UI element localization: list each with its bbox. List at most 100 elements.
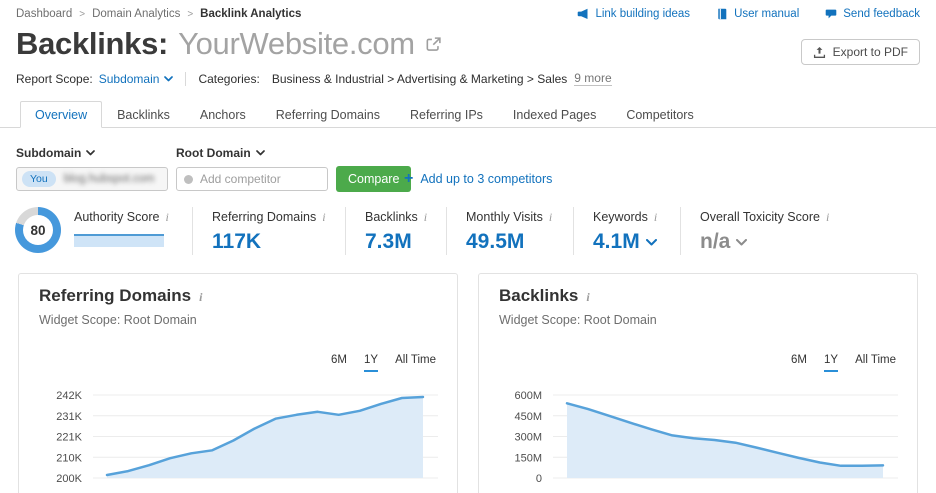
breadcrumb-separator: >	[187, 8, 194, 20]
chevron-down-icon	[645, 238, 657, 245]
authority-score-label: Authority Score	[74, 210, 160, 224]
backlink-analytics-page: Dashboard > Domain Analytics > Backlink …	[0, 0, 936, 493]
referring-domains-period-toggle: 6M 1Y All Time	[331, 354, 436, 372]
toxicity-value: n/a	[700, 230, 731, 253]
info-icon[interactable]: i	[549, 210, 552, 225]
tab-referring-domains[interactable]: Referring Domains	[261, 101, 395, 127]
add-competitors-label: Add up to 3 competitors	[420, 172, 553, 186]
svg-text:210K: 210K	[56, 452, 82, 464]
export-to-pdf-label: Export to PDF	[832, 45, 908, 59]
link-building-ideas-link[interactable]: Link building ideas	[577, 8, 690, 20]
export-icon	[813, 46, 825, 58]
svg-text:450M: 450M	[514, 411, 542, 423]
report-scope-label: Report Scope:	[16, 71, 93, 86]
metric-referring-domains: Referring Domains i 117K	[192, 207, 326, 255]
competitor-scope-label: Root Domain	[176, 146, 251, 160]
megaphone-icon	[578, 8, 588, 19]
tab-indexed-pages[interactable]: Indexed Pages	[498, 101, 611, 127]
svg-text:0: 0	[536, 473, 542, 485]
metric-monthly-visits: Monthly Visits i 49.5M	[446, 207, 552, 255]
info-icon[interactable]: i	[424, 210, 427, 225]
page-title-prefix: Backlinks:	[16, 26, 169, 61]
backlinks-widget: Backlinks i Widget Scope: Root Domain 6M…	[478, 273, 918, 493]
chevron-down-icon	[86, 150, 96, 156]
period-all-time[interactable]: All Time	[395, 354, 436, 372]
book-icon	[718, 8, 727, 20]
breadcrumb-domain-analytics[interactable]: Domain Analytics	[92, 8, 180, 20]
metric-keywords: Keywords i 4.1M	[573, 207, 657, 255]
metric-backlinks: Backlinks i 7.3M	[345, 207, 427, 255]
add-competitor-input[interactable]	[200, 172, 320, 186]
user-manual-link[interactable]: User manual	[716, 8, 799, 20]
svg-text:150M: 150M	[514, 452, 542, 464]
backlinks-label: Backlinks	[365, 210, 418, 224]
period-1y[interactable]: 1Y	[824, 354, 839, 372]
info-icon[interactable]: i	[322, 210, 325, 225]
backlinks-value: 7.3M	[365, 230, 412, 253]
referring-domains-widget: Referring Domains i Widget Scope: Root D…	[18, 273, 458, 493]
breadcrumb-dashboard[interactable]: Dashboard	[16, 8, 72, 20]
add-competitors-link[interactable]: + Add up to 3 competitors	[404, 166, 552, 192]
you-scope-dropdown[interactable]: Subdomain	[16, 146, 96, 160]
authority-score-gauge: 80	[15, 207, 61, 253]
period-all-time[interactable]: All Time	[855, 354, 896, 372]
tab-backlinks[interactable]: Backlinks	[102, 101, 185, 127]
chevron-down-icon	[164, 75, 174, 81]
categories-path: Business & Industrial > Advertising & Ma…	[271, 71, 568, 86]
info-icon[interactable]: i	[826, 210, 829, 225]
backlinks-widget-scope: Widget Scope: Root Domain	[499, 313, 657, 327]
svg-text:600M: 600M	[514, 390, 542, 402]
compare-button[interactable]: Compare	[336, 166, 412, 192]
chevron-down-icon	[255, 150, 265, 156]
keywords-label: Keywords	[593, 210, 648, 224]
you-domain-masked-text: blog.hubspot.com	[63, 173, 155, 185]
categories-more-link[interactable]: 9 more	[574, 71, 612, 86]
authority-score-bar	[74, 234, 164, 247]
period-6m[interactable]: 6M	[331, 354, 347, 372]
info-icon[interactable]: i	[199, 290, 202, 305]
period-6m[interactable]: 6M	[791, 354, 807, 372]
toxicity-value-dropdown[interactable]: n/a	[700, 230, 829, 254]
info-icon[interactable]: i	[165, 210, 168, 225]
plus-icon: +	[404, 170, 414, 187]
you-domain-input[interactable]: You blog.hubspot.com	[16, 167, 168, 191]
period-1y[interactable]: 1Y	[364, 354, 379, 372]
breadcrumb-backlink-analytics: Backlink Analytics	[200, 8, 302, 20]
speech-bubble-icon	[825, 9, 837, 19]
monthly-visits-value: 49.5M	[466, 230, 525, 253]
export-to-pdf-button[interactable]: Export to PDF	[800, 39, 920, 65]
svg-text:231K: 231K	[56, 411, 82, 423]
add-competitor-input-wrap[interactable]	[176, 167, 328, 191]
user-manual-label: User manual	[734, 8, 800, 20]
tab-competitors[interactable]: Competitors	[611, 101, 708, 127]
toxicity-label: Overall Toxicity Score	[700, 210, 820, 224]
backlinks-widget-title: Backlinks	[499, 286, 579, 305]
authority-score-value: 80	[30, 222, 46, 238]
keywords-value-dropdown[interactable]: 4.1M	[593, 230, 657, 254]
tab-overview[interactable]: Overview	[20, 101, 103, 128]
tab-bar: Overview Backlinks Anchors Referring Dom…	[0, 101, 936, 128]
send-feedback-link[interactable]: Send feedback	[825, 8, 920, 20]
competitor-dot-icon	[184, 174, 193, 184]
report-scope-dropdown[interactable]: Subdomain	[99, 72, 174, 86]
backlinks-chart: 600M 450M 300M 150M 0	[479, 382, 917, 493]
tab-referring-ips[interactable]: Referring IPs	[395, 101, 498, 127]
metric-overall-toxicity: Overall Toxicity Score i n/a	[680, 207, 829, 255]
svg-text:221K: 221K	[56, 432, 82, 444]
info-icon[interactable]: i	[654, 210, 657, 225]
page-title-domain: YourWebsite.com	[178, 26, 415, 61]
chevron-down-icon	[736, 238, 748, 245]
send-feedback-label: Send feedback	[843, 8, 920, 20]
monthly-visits-label: Monthly Visits	[466, 210, 543, 224]
breadcrumb-separator: >	[79, 8, 86, 20]
link-building-ideas-label: Link building ideas	[595, 8, 691, 20]
svg-text:200K: 200K	[56, 473, 82, 485]
info-icon[interactable]: i	[586, 290, 589, 305]
referring-domains-widget-title: Referring Domains	[39, 286, 192, 305]
competitor-scope-dropdown[interactable]: Root Domain	[176, 146, 265, 160]
referring-domains-value: 117K	[212, 230, 262, 253]
backlinks-period-toggle: 6M 1Y All Time	[791, 354, 896, 372]
referring-domains-label: Referring Domains	[212, 210, 317, 224]
tab-anchors[interactable]: Anchors	[185, 101, 261, 127]
external-link-icon[interactable]	[425, 36, 442, 53]
